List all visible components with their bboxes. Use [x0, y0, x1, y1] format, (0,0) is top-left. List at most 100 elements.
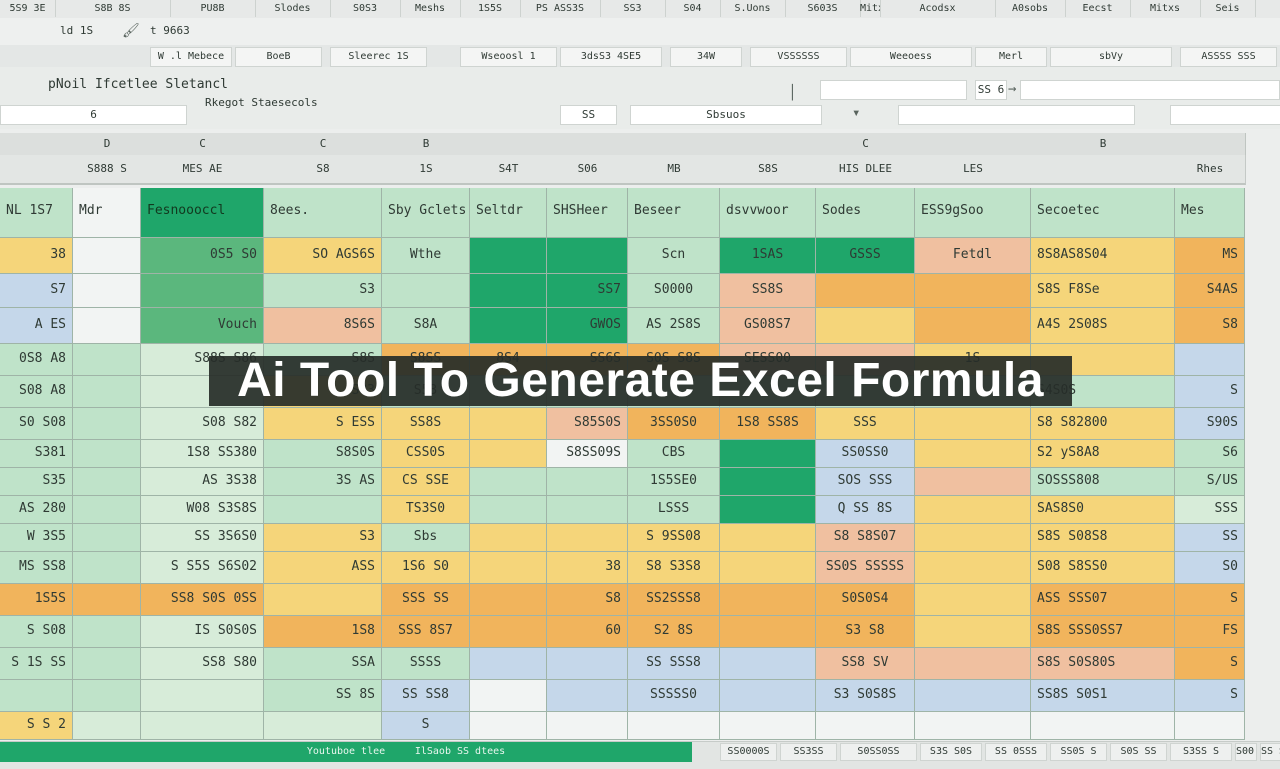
table-cell[interactable] — [73, 308, 141, 344]
table-cell[interactable]: 3S AS — [264, 468, 382, 496]
table-cell[interactable]: SOS SSS — [816, 468, 915, 496]
table-cell[interactable]: S8A — [382, 308, 470, 344]
arrow-right-icon[interactable]: → — [1008, 81, 1016, 97]
column-header[interactable]: C — [816, 133, 916, 156]
table-cell[interactable] — [470, 616, 547, 648]
table-cell[interactable] — [547, 238, 628, 274]
table-cell[interactable] — [470, 584, 547, 616]
table-cell[interactable]: S08 S8SS0 — [1031, 552, 1175, 584]
table-cell[interactable]: S3 S0S8S — [816, 680, 915, 712]
table-cell[interactable] — [720, 552, 816, 584]
table-cell[interactable] — [816, 308, 915, 344]
table-cell[interactable]: Scn — [628, 238, 720, 274]
column-header[interactable]: D — [73, 133, 142, 156]
status-button-5[interactable]: SS0S S — [1050, 743, 1107, 761]
table-cell[interactable]: 1S6 S0 — [382, 552, 470, 584]
table-cell[interactable]: SSS SS — [382, 584, 470, 616]
table-cell[interactable] — [720, 712, 816, 740]
table-cell[interactable] — [470, 552, 547, 584]
table-cell[interactable] — [73, 524, 141, 552]
table-cell[interactable]: S — [382, 712, 470, 740]
command-button-2[interactable]: Sleerec 1S — [330, 47, 427, 67]
table-cell[interactable] — [720, 440, 816, 468]
table-cell[interactable] — [1175, 344, 1245, 376]
status-button-1[interactable]: SS3SS — [780, 743, 837, 761]
status-button-6[interactable]: S0S SS — [1110, 743, 1167, 761]
table-cell[interactable]: SS7 — [547, 274, 628, 308]
table-cell[interactable]: CBS — [628, 440, 720, 468]
table-cell[interactable]: S S 2 — [0, 712, 73, 740]
table-cell[interactable] — [382, 274, 470, 308]
table-cell[interactable]: MS SS8 — [0, 552, 73, 584]
command-button-6[interactable]: VSSSSSS — [750, 47, 847, 67]
table-cell[interactable]: IS S0S0S — [141, 616, 264, 648]
command-button-4[interactable]: 3dsS3 4SE5 — [560, 47, 662, 67]
table-cell[interactable]: SS8 S0S 0SS — [141, 584, 264, 616]
command-button-8[interactable]: Merl — [975, 47, 1047, 67]
ribbon-tab-11[interactable]: S603S — [785, 0, 861, 17]
table-cell[interactable]: S0000 — [628, 274, 720, 308]
name-box[interactable]: 6 — [0, 105, 187, 125]
search-input[interactable] — [1020, 80, 1280, 100]
status-button-8[interactable]: S00 SS — [1235, 743, 1257, 761]
table-cell[interactable]: 1S8 — [264, 616, 382, 648]
table-cell[interactable] — [73, 496, 141, 524]
table-cell[interactable]: SAS8S0 — [1031, 496, 1175, 524]
table-cell[interactable]: S0 S08 — [0, 408, 73, 440]
table-cell[interactable]: S85S0S — [547, 408, 628, 440]
table-cell[interactable]: A ES — [0, 308, 73, 344]
table-cell[interactable]: SS8S — [720, 274, 816, 308]
table-cell[interactable] — [470, 308, 547, 344]
table-cell[interactable]: S7 — [0, 274, 73, 308]
table-cell[interactable] — [547, 680, 628, 712]
table-cell[interactable]: S8 S3S8 — [628, 552, 720, 584]
ribbon-tab-4[interactable]: S0S3 — [330, 0, 401, 17]
table-cell[interactable]: SS SSS8 — [628, 648, 720, 680]
table-cell[interactable] — [73, 584, 141, 616]
table-cell[interactable] — [470, 648, 547, 680]
table-cell[interactable]: S8SS09S — [547, 440, 628, 468]
table-cell[interactable] — [470, 408, 547, 440]
table-cell[interactable]: A4S 2S08S — [1031, 308, 1175, 344]
table-cell[interactable]: TS3S0 — [382, 496, 470, 524]
ribbon-tab-3[interactable]: Slodes — [255, 0, 331, 17]
table-cell[interactable]: ASS — [264, 552, 382, 584]
table-cell[interactable]: 60 — [547, 616, 628, 648]
table-cell[interactable] — [720, 468, 816, 496]
table-cell[interactable]: 0S8 A8 — [0, 344, 73, 376]
table-cell[interactable]: CS SSE — [382, 468, 470, 496]
table-cell[interactable] — [73, 616, 141, 648]
table-cell[interactable] — [470, 524, 547, 552]
table-cell[interactable]: SS — [1175, 524, 1245, 552]
ribbon-tab-9[interactable]: S04 — [665, 0, 721, 17]
column-header[interactable]: B — [382, 133, 471, 156]
command-button-1[interactable]: BoeB — [235, 47, 322, 67]
table-cell[interactable] — [264, 712, 382, 740]
table-cell[interactable]: Q SS 8S — [816, 496, 915, 524]
table-cell[interactable]: SS 8S — [264, 680, 382, 712]
table-cell[interactable]: 1SAS — [720, 238, 816, 274]
table-cell[interactable]: S8 — [1175, 308, 1245, 344]
ribbon-tab-10[interactable]: S.Uons — [720, 0, 786, 17]
status-button-4[interactable]: SS 0SSS — [985, 743, 1047, 761]
table-cell[interactable]: S/US — [1175, 468, 1245, 496]
table-cell[interactable] — [720, 680, 816, 712]
table-cell[interactable]: AS 280 — [0, 496, 73, 524]
table-cell[interactable] — [547, 648, 628, 680]
table-cell[interactable] — [915, 552, 1031, 584]
table-cell[interactable]: ASS SSS07 — [1031, 584, 1175, 616]
table-cell[interactable] — [73, 376, 141, 408]
table-cell[interactable]: S08 A8 — [0, 376, 73, 408]
table-cell[interactable]: S S5S S6S02 — [141, 552, 264, 584]
table-cell[interactable]: W08 S3S8S — [141, 496, 264, 524]
table-cell[interactable]: Fetdl — [915, 238, 1031, 274]
table-cell[interactable] — [816, 712, 915, 740]
table-cell[interactable]: 1S8 SS8S — [720, 408, 816, 440]
table-cell[interactable] — [915, 648, 1031, 680]
table-cell[interactable]: SS8S S0S1 — [1031, 680, 1175, 712]
table-cell[interactable]: 38 — [547, 552, 628, 584]
table-cell[interactable]: S8S S08S8 — [1031, 524, 1175, 552]
column-header[interactable] — [0, 133, 74, 156]
table-cell[interactable]: SSSSS0 — [628, 680, 720, 712]
ribbon-tab-8[interactable]: SS3 — [600, 0, 666, 17]
